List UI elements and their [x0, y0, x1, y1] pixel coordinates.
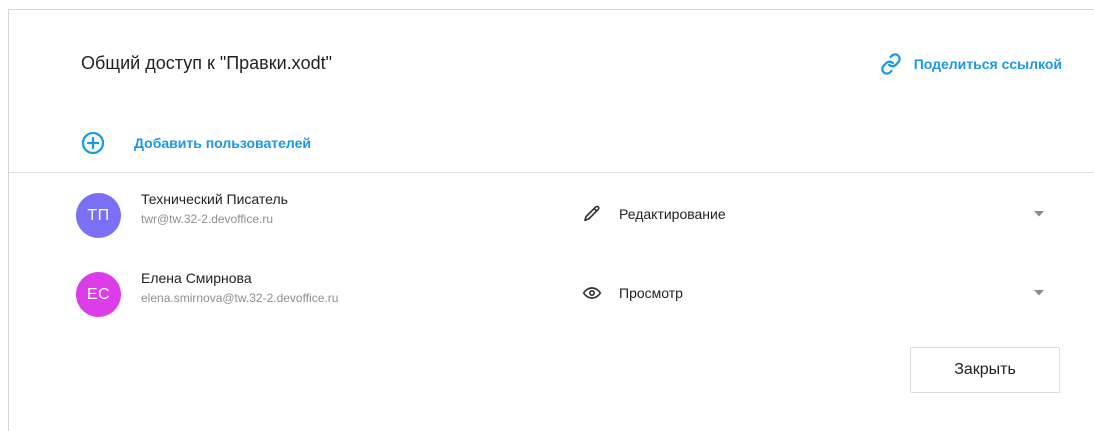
permission-dropdown[interactable]: Просмотр [582, 283, 1050, 303]
add-users-label: Добавить пользователей [134, 135, 311, 151]
avatar: ЕС [76, 272, 121, 317]
pencil-icon [582, 204, 602, 224]
dialog-title: Общий доступ к "Правки.xodt" [81, 53, 333, 73]
permission-dropdown[interactable]: Редактирование [582, 204, 1050, 224]
add-users-button[interactable]: Добавить пользователей [81, 131, 311, 155]
user-name: Технический Писатель [141, 191, 288, 207]
user-name: Елена Смирнова [141, 270, 252, 286]
close-button[interactable]: Закрыть [910, 347, 1060, 393]
divider [9, 172, 1094, 173]
share-link-label: Поделиться ссылкой [913, 56, 1062, 72]
permission-label: Просмотр [619, 285, 683, 301]
user-row: ТП Технический Писатель twr@tw.32-2.devo… [9, 187, 1094, 243]
permission-label: Редактирование [619, 206, 726, 222]
chevron-down-icon [1034, 290, 1044, 296]
share-link-button[interactable]: Поделиться ссылкой [880, 53, 1062, 75]
plus-circle-icon [81, 131, 105, 155]
share-dialog: Общий доступ к "Правки.xodt" Поделиться … [8, 9, 1094, 431]
user-row: ЕС Елена Смирнова elena.smirnova@tw.32-2… [9, 266, 1094, 322]
user-email: twr@tw.32-2.devoffice.ru [141, 212, 274, 226]
eye-icon [582, 283, 602, 303]
chevron-down-icon [1034, 211, 1044, 217]
avatar: ТП [76, 193, 121, 238]
user-email: elena.smirnova@tw.32-2.devoffice.ru [141, 291, 339, 305]
link-icon [880, 53, 902, 75]
